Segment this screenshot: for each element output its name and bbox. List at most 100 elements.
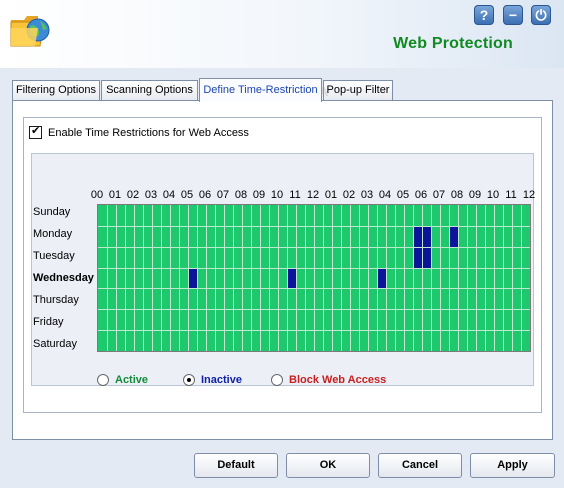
grid-line xyxy=(521,205,522,351)
grid-line xyxy=(251,205,252,351)
grid-line xyxy=(242,205,243,351)
grid-line xyxy=(323,205,324,351)
grid-line xyxy=(296,205,297,351)
grid-line xyxy=(503,205,504,351)
tab-popup-filter[interactable]: Pop-up Filter xyxy=(323,80,393,101)
grid-line xyxy=(440,205,441,351)
inactive-time-slot[interactable] xyxy=(189,268,197,289)
grid-line xyxy=(179,205,180,351)
grid-line xyxy=(494,205,495,351)
hour-label: 02 xyxy=(342,189,356,201)
legend-block-label: Block Web Access xyxy=(289,374,387,386)
legend-block-radio[interactable]: Block Web Access xyxy=(271,374,386,386)
tab-scanning-options[interactable]: Scanning Options xyxy=(101,80,198,101)
grid-line xyxy=(278,205,279,351)
cancel-button[interactable]: Cancel xyxy=(378,453,462,478)
inactive-time-slot[interactable] xyxy=(423,226,431,247)
tab-panel: ✔ Enable Time Restrictions for Web Acces… xyxy=(12,100,553,440)
grid-line xyxy=(224,205,225,351)
grid-line xyxy=(269,205,270,351)
inactive-time-slot[interactable] xyxy=(378,268,386,289)
grid-line xyxy=(458,205,459,351)
grid-line xyxy=(170,205,171,351)
grid-line xyxy=(152,205,153,351)
day-label-thursday: Thursday xyxy=(33,294,79,306)
inactive-time-slot[interactable] xyxy=(288,268,296,289)
day-label-tuesday: Tuesday xyxy=(33,250,75,262)
legend-inactive-label: Inactive xyxy=(201,374,242,386)
hour-label: 08 xyxy=(234,189,248,201)
grid-line xyxy=(98,267,530,269)
grid-line xyxy=(98,288,530,290)
day-label-wednesday: Wednesday xyxy=(33,272,94,284)
legend-active-radio[interactable]: Active xyxy=(97,374,148,386)
day-label-saturday: Saturday xyxy=(33,338,78,350)
tab-filtering-options[interactable]: Filtering Options xyxy=(12,80,100,101)
hour-label: 09 xyxy=(252,189,266,201)
hour-label: 12 xyxy=(522,189,536,201)
hour-label: 02 xyxy=(126,189,140,201)
grid-line xyxy=(431,205,432,351)
hour-label: 05 xyxy=(180,189,194,201)
default-button[interactable]: Default xyxy=(194,453,278,478)
grid-line xyxy=(476,205,477,351)
hour-label: 04 xyxy=(378,189,392,201)
radio-active[interactable] xyxy=(97,374,109,386)
enable-restrictions-row[interactable]: ✔ Enable Time Restrictions for Web Acces… xyxy=(29,125,249,139)
help-button[interactable]: ? xyxy=(474,5,494,25)
grid-line xyxy=(107,205,108,351)
grid-line xyxy=(386,205,387,351)
grid-line xyxy=(368,205,369,351)
radio-block-web-access[interactable] xyxy=(271,374,283,386)
minimize-button[interactable]: − xyxy=(503,5,523,25)
inactive-time-slot[interactable] xyxy=(450,226,458,247)
apply-button[interactable]: Apply xyxy=(470,453,555,478)
grid-line xyxy=(98,309,530,311)
inactive-time-slot[interactable] xyxy=(414,247,422,268)
ok-button[interactable]: OK xyxy=(286,453,370,478)
grid-line xyxy=(197,205,198,351)
grid-line xyxy=(206,205,207,351)
app-header: Web Protection ? − ⏻ xyxy=(0,0,564,68)
schedule-grid[interactable] xyxy=(97,204,531,352)
day-label-friday: Friday xyxy=(33,316,64,328)
grid-line xyxy=(260,205,261,351)
grid-line xyxy=(350,205,351,351)
hour-label: 06 xyxy=(198,189,212,201)
grid-line xyxy=(98,225,530,227)
hour-label: 07 xyxy=(432,189,446,201)
hour-label: 07 xyxy=(216,189,230,201)
grid-line xyxy=(116,205,117,351)
tab-define-time-restriction[interactable]: Define Time-Restriction xyxy=(199,78,322,102)
grid-line xyxy=(359,205,360,351)
grid-line xyxy=(314,205,315,351)
grid-line xyxy=(98,330,530,332)
legend-inactive-radio[interactable]: Inactive xyxy=(183,374,242,386)
day-label-monday: Monday xyxy=(33,228,73,240)
grid-line xyxy=(341,205,342,351)
inactive-time-slot[interactable] xyxy=(423,247,431,268)
inactive-time-slot[interactable] xyxy=(414,226,422,247)
hour-label: 09 xyxy=(468,189,482,201)
grid-line xyxy=(395,205,396,351)
grid-line xyxy=(143,205,144,351)
day-label-sunday: Sunday xyxy=(33,206,71,218)
hour-label: 11 xyxy=(505,189,517,201)
hour-label: 04 xyxy=(162,189,176,201)
page-title: Web Protection xyxy=(393,35,513,52)
enable-restrictions-checkbox[interactable]: ✔ xyxy=(29,125,42,139)
grid-line xyxy=(98,246,530,248)
radio-inactive[interactable] xyxy=(183,374,195,386)
grid-line xyxy=(233,205,234,351)
hour-label: 00 xyxy=(90,189,104,201)
hour-label: 05 xyxy=(396,189,410,201)
hour-label: 01 xyxy=(108,189,122,201)
hour-label: 08 xyxy=(450,189,464,201)
folder-globe-icon xyxy=(10,16,50,47)
grid-line xyxy=(332,205,333,351)
grid-line xyxy=(134,205,135,351)
power-close-button[interactable]: ⏻ xyxy=(531,5,551,25)
hour-label: 10 xyxy=(270,189,284,201)
grid-line xyxy=(512,205,513,351)
hour-label: 11 xyxy=(289,189,301,201)
